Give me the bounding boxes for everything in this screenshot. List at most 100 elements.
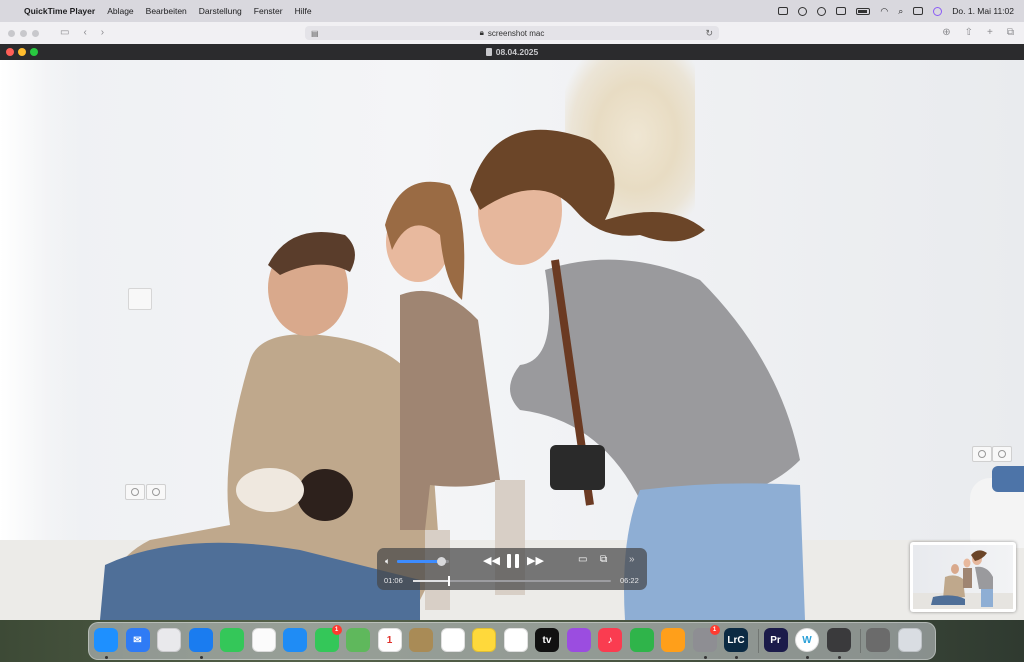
dock-icon-label: W [802,634,812,646]
document-icon [485,48,492,56]
dock-keynote-icon[interactable] [283,628,307,652]
notification-badge: 1 [709,625,720,635]
player-close-button[interactable] [6,48,14,56]
menu-fenster[interactable]: Fenster [254,6,283,16]
timeline-scrubber[interactable] [413,576,611,586]
dock-pages-icon[interactable] [661,628,685,652]
dock-separator [860,629,861,653]
running-indicator [735,656,738,659]
dock-icon-label: ✉ [133,634,142,646]
app-menu-quicktime[interactable]: QuickTime Player [24,6,95,16]
browser-minimize-button[interactable] [20,30,27,37]
reader-icon[interactable]: ▤ [311,29,319,38]
back-icon[interactable]: ‹ [83,27,86,38]
wifi-icon[interactable]: ◠ [880,6,888,17]
dock-safari-icon[interactable] [188,628,213,652]
dock-recent-document-icon[interactable] [866,628,890,652]
menu-ablage[interactable]: Ablage [107,6,133,16]
player-window-title: 08.04.2025 [495,47,539,57]
sidebar-icon[interactable]: ▭ [60,27,69,38]
dock-word-w-icon[interactable]: W [795,628,819,652]
family-photo-scene [100,129,805,620]
creative-cloud-icon[interactable] [798,6,808,16]
dock-notes-icon[interactable] [472,628,496,652]
camera-icon[interactable] [836,7,847,15]
dock-tv-icon[interactable]: tv [535,628,559,652]
dock-icon-label: tv [542,634,552,646]
forward-icon[interactable]: › [101,27,104,38]
playhead[interactable] [447,576,450,586]
new-tab-icon[interactable]: + [987,27,993,38]
browser-zoom-button[interactable] [32,30,39,37]
player-minimize-button[interactable] [18,48,26,56]
dock-photos-icon[interactable] [251,628,276,652]
dock-mail-icon[interactable]: ✉ [125,628,150,652]
volume-knob[interactable] [436,557,446,566]
browser-close-button[interactable] [8,30,15,37]
menu-hilfe[interactable]: Hilfe [295,6,312,16]
battery-icon[interactable] [856,7,871,15]
pause-button[interactable] [507,554,519,568]
dock-podcasts-icon[interactable] [566,628,591,652]
dock-premiere-pro-icon[interactable]: Pr [763,628,788,652]
menu-bar: QuickTime Player Ablage Bearbeiten Darst… [0,0,1024,22]
dock-maps-icon[interactable] [346,628,370,652]
dock-facetime-icon[interactable]: 1 [314,625,342,652]
dock-system-settings-icon[interactable]: 1 [692,625,720,652]
screenshot-thumbnail-image [913,545,1013,609]
reload-icon[interactable]: ↻ [705,28,713,39]
notification-badge: 1 [331,625,342,635]
dock-icon-label: 1 [386,634,393,646]
airplay-icon[interactable]: ▭ [578,554,587,565]
search-icon[interactable]: ⌕ [898,6,903,17]
running-indicator [837,656,841,659]
screen-recording-icon[interactable] [817,6,827,16]
menu-clock[interactable]: Do. 1. Mai 11:02 [952,6,1014,16]
dock-trash-icon[interactable] [897,628,922,652]
screenshot-thumbnail[interactable] [910,542,1016,612]
volume-slider[interactable] [397,557,449,566]
siri-icon[interactable] [933,6,943,16]
volume-icon[interactable]: 🔈︎ [385,556,390,567]
thumbnail-scene [913,550,1013,609]
volume-fill [397,560,442,563]
rewind-icon[interactable]: ◀◀ [483,554,500,567]
display-mirroring-icon[interactable] [778,7,789,15]
dock-quicktime-player-icon[interactable] [826,628,851,652]
dock-launchpad-icon[interactable] [157,628,181,652]
player-zoom-button[interactable] [30,48,38,56]
dock: ✉ 1 1 tv ♪ 1 LrC Pr W [88,622,936,660]
share-icon[interactable]: ⇧ [965,27,973,38]
dock-music-icon[interactable]: ♪ [598,628,622,652]
lock-icon: 🔒︎ [479,28,484,37]
remaining-time: 06:22 [620,576,639,585]
address-text: screenshot mac [487,28,545,38]
dock-icon-label: LrC [727,634,745,646]
address-bar[interactable]: ▤ 🔒︎ screenshot mac ↻ [305,26,719,40]
dock-finder-icon[interactable] [94,628,118,652]
menu-bearbeiten[interactable]: Bearbeiten [146,6,187,16]
dock-reminders-icon[interactable] [440,628,465,652]
running-indicator [105,656,108,659]
timeline-progress [413,580,449,582]
video-frame[interactable]: 🔈︎ ◀◀ ▶▶ ▭ ⧉ » 01:06 06:22 [0,60,1024,620]
running-indicator [199,656,203,659]
dock-notes-brown-icon[interactable] [409,628,433,652]
share-more-icon[interactable]: » [629,554,635,565]
fast-forward-icon[interactable]: ▶▶ [527,554,544,567]
player-title-bar: 08.04.2025 [0,44,1024,60]
dock-freeform-icon[interactable] [503,628,528,652]
elapsed-time: 01:06 [384,576,403,585]
dock-icon-label: Pr [770,634,781,646]
picture-in-picture-icon[interactable]: ⧉ [600,554,607,565]
menu-darstellung[interactable]: Darstellung [199,6,242,16]
dock-calendar-icon[interactable]: 1 [377,628,402,652]
running-indicator [703,656,707,659]
dock-numbers-icon[interactable] [629,628,654,652]
tab-overview-icon[interactable]: ⧉ [1007,27,1014,38]
dock-messages-icon[interactable] [220,628,244,652]
running-indicator [806,656,809,659]
dock-lightroom-classic-icon[interactable]: LrC [724,628,748,652]
download-icon[interactable]: ⊕ [942,27,950,38]
control-center-icon[interactable] [913,7,924,15]
